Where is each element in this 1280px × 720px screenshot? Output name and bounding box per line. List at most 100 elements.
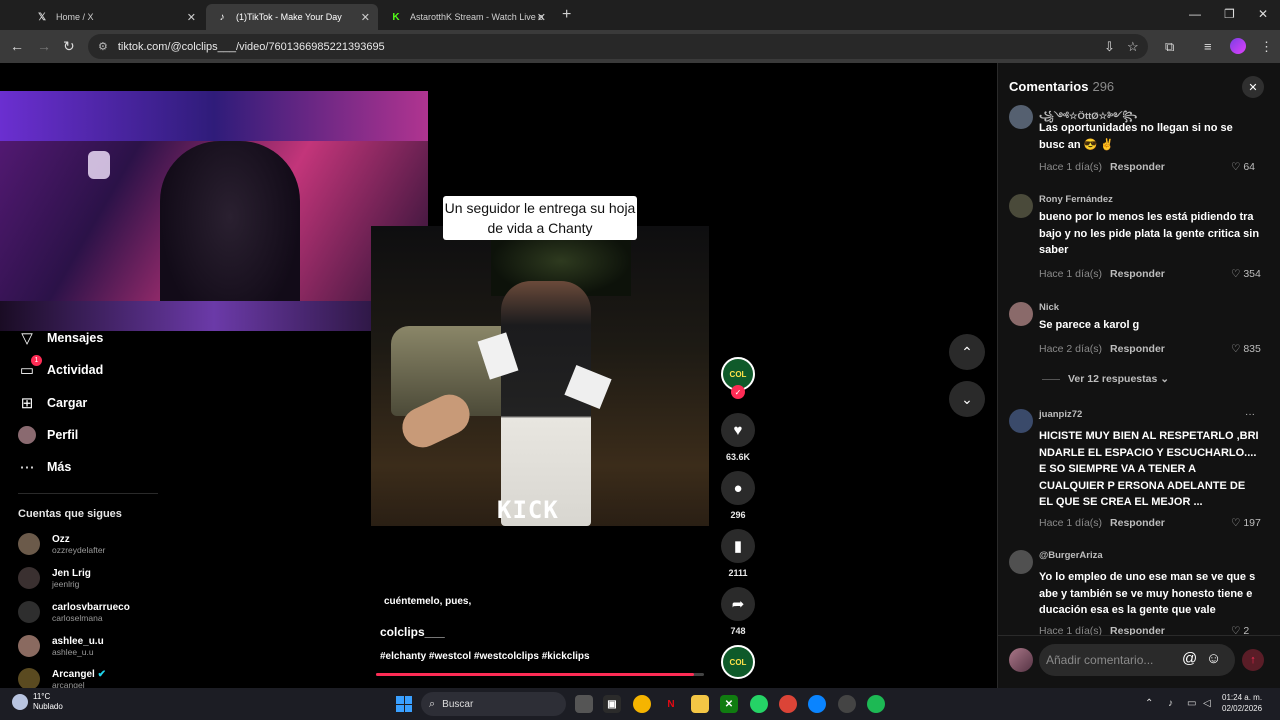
reply-button[interactable]: Responder (1110, 625, 1165, 635)
avatar[interactable] (1009, 194, 1033, 218)
avatar[interactable] (1009, 409, 1033, 433)
video-hashtags[interactable]: #elchanty #westcol #westcolclips #kickcl… (380, 651, 590, 662)
video-author[interactable]: colclips___ (380, 625, 445, 639)
comment-time: Hace 2 día(s) (1039, 343, 1103, 355)
windows-start-icon[interactable] (396, 696, 412, 712)
comment-options-icon[interactable]: ··· (1245, 409, 1255, 420)
extensions-icon[interactable]: ⧉ (1165, 39, 1174, 55)
volume-icon[interactable]: ◁ (1203, 698, 1211, 709)
nav-more[interactable]: ⋯ Más (18, 458, 72, 476)
weather-app-icon[interactable] (633, 695, 651, 713)
minimize-icon[interactable]: — (1189, 7, 1201, 21)
task-view-icon[interactable] (575, 695, 593, 713)
comment-user[interactable]: Rony Fernández (1039, 194, 1113, 205)
comment-user[interactable]: @BurgerAriza (1039, 550, 1103, 561)
close-tab-icon[interactable]: ✕ (361, 11, 370, 24)
store-icon[interactable]: ▣ (603, 695, 621, 713)
following-account[interactable]: Arcangel ✔ arcangel (18, 668, 106, 690)
menu-kebab-icon[interactable]: ⋮ (1260, 39, 1273, 55)
weather-widget[interactable]: 11°C Nublado (12, 692, 63, 712)
comment-like-button[interactable]: ♡ 835 (1231, 343, 1261, 355)
xbox-icon[interactable]: ✕ (720, 695, 738, 713)
video-player[interactable]: KICK (371, 226, 709, 526)
site-info-icon[interactable]: ⚙ (98, 40, 108, 53)
comment-like-count: 197 (1243, 517, 1261, 529)
nav-activity[interactable]: ▭ 1 Actividad (18, 355, 103, 379)
tab-kick[interactable]: K AstarotthK Stream - Watch Live o ✕ (380, 4, 554, 30)
nav-profile[interactable]: Perfil (18, 426, 78, 444)
avatar[interactable] (1009, 550, 1033, 574)
reply-button[interactable]: Responder (1110, 343, 1165, 355)
file-explorer-icon[interactable] (691, 695, 709, 713)
media-control-icon[interactable]: ≡ (1204, 39, 1212, 54)
upload-icon: ⊞ (20, 395, 34, 412)
new-tab-icon[interactable]: + (562, 6, 571, 24)
chrome-icon[interactable] (779, 695, 797, 713)
url-text: tiktok.com/@colclips___/video/7601366985… (117, 40, 385, 53)
address-bar[interactable]: ⚙ tiktok.com/@colclips___/video/76013669… (88, 34, 1148, 59)
previous-video-button[interactable]: ⌃ (949, 334, 985, 370)
follow-check-icon[interactable]: ✓ (731, 385, 745, 399)
bookmark-star-icon[interactable]: ☆ (1127, 39, 1139, 55)
nav-messages[interactable]: ▽ Mensajes (18, 329, 103, 347)
following-account[interactable]: Ozz ozzreydelafter (18, 533, 105, 555)
next-video-button[interactable]: ⌄ (949, 381, 985, 417)
comment-item: ꧁༺☆ÖttØ☆༻꧂ Las oportunidades no llegan s… (1009, 105, 1271, 175)
following-account[interactable]: Jen Lrig jeenlrig (18, 567, 91, 589)
close-comments-button[interactable]: ✕ (1242, 76, 1264, 98)
like-button[interactable]: ♥ 63.6K (720, 413, 756, 462)
app-icon[interactable] (838, 695, 856, 713)
comment-button[interactable]: ● 296 (720, 471, 756, 520)
comment-like-button[interactable]: ♡ 354 (1231, 268, 1261, 280)
restore-icon[interactable]: ❐ (1224, 7, 1235, 21)
comment-user[interactable]: Nick (1039, 302, 1059, 313)
avatar[interactable] (1009, 105, 1033, 129)
tray-chevron-icon[interactable]: ⌃ (1145, 698, 1153, 709)
back-icon[interactable]: ← (10, 38, 24, 54)
taskbar-clock[interactable]: 01:24 a. m. 02/02/2026 (1222, 692, 1262, 714)
stream-lamp (88, 151, 110, 179)
profile-avatar-icon (18, 426, 36, 444)
spotify-icon[interactable] (867, 695, 885, 713)
install-app-icon[interactable]: ⇩ (1104, 39, 1115, 55)
edge-icon[interactable] (808, 695, 826, 713)
forward-icon[interactable]: → (37, 38, 51, 54)
microphone-icon[interactable]: ♪ (1168, 698, 1173, 709)
comment-user[interactable]: juanpiz72 (1039, 409, 1082, 420)
close-tab-icon[interactable]: ✕ (187, 11, 196, 24)
emoji-icon[interactable]: ☺ (1206, 650, 1221, 667)
tab-tiktok[interactable]: ♪ (1)TikTok - Make Your Day ✕ (206, 4, 378, 30)
netflix-icon[interactable]: N (662, 695, 680, 713)
creator-avatar[interactable]: COL ✓ (720, 357, 756, 399)
comment-time: Hace 1 día(s) (1039, 268, 1103, 280)
comment-like-button[interactable]: ♡ 197 (1231, 517, 1261, 529)
network-icon[interactable]: ▭ (1187, 698, 1196, 709)
following-account[interactable]: ashlee_u.u ashlee_u.u (18, 635, 104, 657)
reload-icon[interactable]: ↻ (63, 38, 75, 55)
profile-avatar[interactable] (1230, 38, 1246, 54)
view-replies-button[interactable]: Ver 12 respuestas ⌄ (1042, 373, 1169, 385)
comment-like-button[interactable]: ♡ 64 (1231, 161, 1255, 173)
reply-button[interactable]: Responder (1110, 268, 1165, 280)
close-window-icon[interactable]: ✕ (1258, 7, 1268, 21)
reply-button[interactable]: Responder (1110, 161, 1165, 173)
avatar[interactable] (1009, 302, 1033, 326)
mention-icon[interactable]: @ (1182, 650, 1197, 667)
comment-like-button[interactable]: ♡ 2 (1231, 625, 1249, 635)
chevron-up-icon: ⌃ (961, 343, 973, 360)
video-progress-bar[interactable] (376, 673, 704, 676)
close-tab-icon[interactable]: ✕ (537, 11, 546, 24)
reply-button[interactable]: Responder (1110, 517, 1165, 529)
whatsapp-icon[interactable] (750, 695, 768, 713)
share-button[interactable]: ➦ 748 (720, 587, 756, 636)
send-comment-button[interactable]: ↑ (1242, 649, 1264, 671)
taskbar-search[interactable]: ⌕ Buscar (421, 692, 566, 716)
activity-badge: 1 (31, 355, 42, 366)
sound-avatar[interactable]: COL (720, 645, 756, 679)
nav-upload[interactable]: ⊞ Cargar (18, 394, 88, 412)
following-account[interactable]: carlosvbarrueco carloselmana (18, 601, 130, 623)
save-button[interactable]: ▮ 2111 (720, 529, 756, 578)
search-icon: ⌕ (429, 697, 436, 710)
video-person (501, 281, 591, 526)
tab-x[interactable]: 𝕏 Home / X ✕ (26, 4, 204, 30)
